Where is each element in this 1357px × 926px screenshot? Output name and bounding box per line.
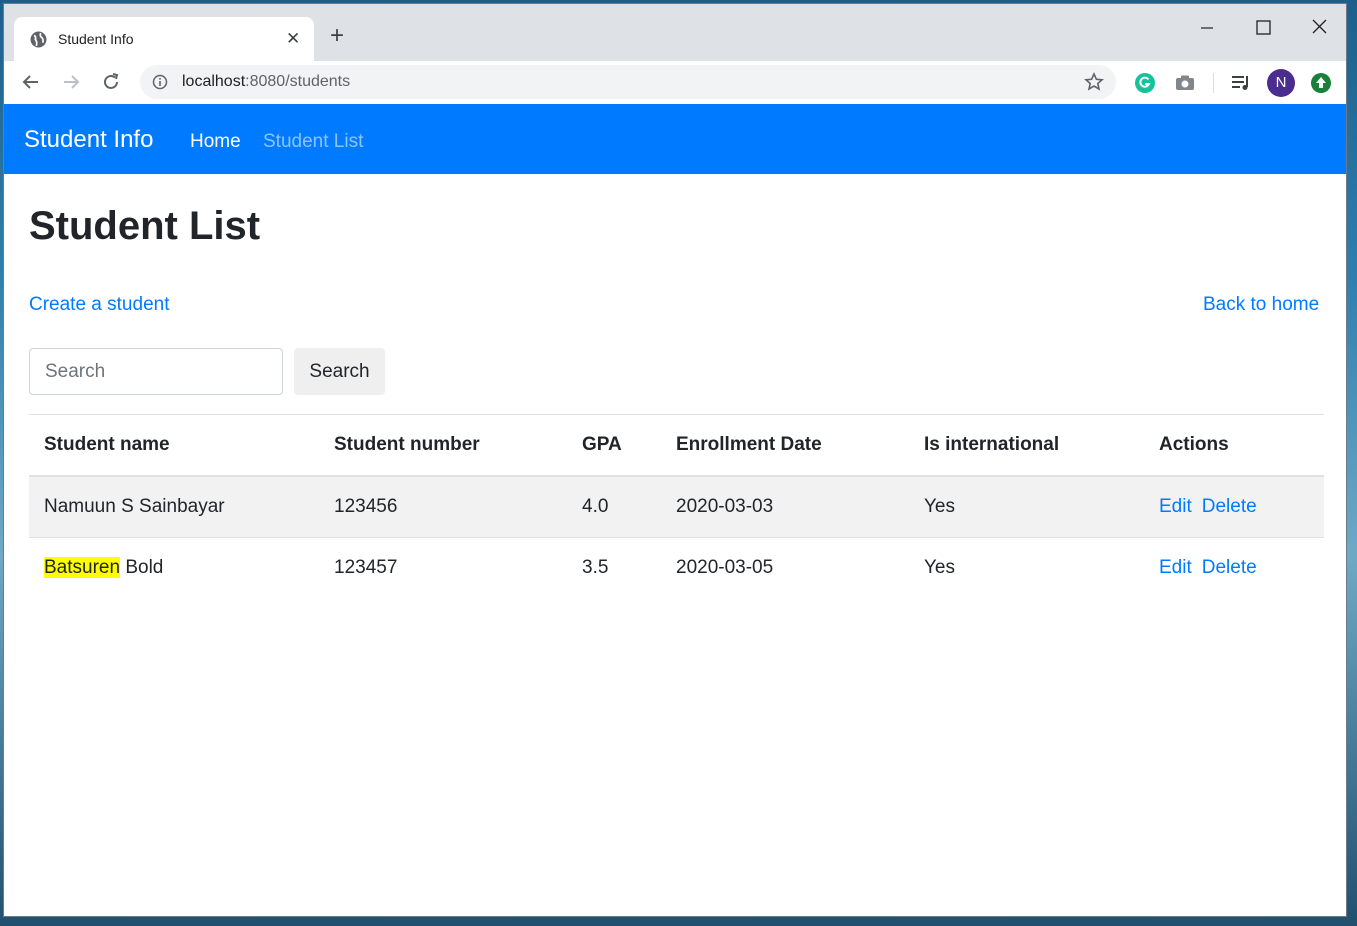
profile-avatar[interactable]: N bbox=[1267, 69, 1295, 97]
cell-enrollment-date: 2020-03-05 bbox=[676, 557, 774, 578]
url-host: localhost bbox=[182, 73, 246, 90]
table-header-row: Student name Student number GPA Enrollme… bbox=[29, 414, 1324, 477]
page-title: Student List bbox=[29, 204, 261, 248]
new-tab-button[interactable]: + bbox=[330, 24, 344, 48]
delete-link[interactable]: Delete bbox=[1202, 496, 1257, 517]
create-student-link[interactable]: Create a student bbox=[29, 294, 169, 316]
search-input[interactable] bbox=[29, 348, 283, 395]
edit-link[interactable]: Edit bbox=[1159, 496, 1192, 517]
header-student-name: Student name bbox=[29, 414, 319, 477]
header-student-number: Student number bbox=[319, 414, 567, 477]
url-text[interactable]: localhost:8080/students bbox=[182, 73, 350, 91]
tab-close-icon[interactable]: ✕ bbox=[286, 28, 300, 50]
edit-link[interactable]: Edit bbox=[1159, 557, 1192, 578]
browser-window: Student Info ✕ + localhost:8080/students… bbox=[3, 3, 1347, 917]
header-is-international: Is international bbox=[909, 414, 1144, 477]
minimize-icon[interactable] bbox=[1184, 16, 1230, 40]
url-path: :8080/students bbox=[245, 73, 351, 90]
table-row: Batsuren Bold 123457 3.5 2020-03-05 Yes … bbox=[29, 538, 1324, 599]
bookmark-star-icon[interactable] bbox=[1084, 72, 1104, 92]
reload-icon[interactable] bbox=[100, 71, 122, 93]
cell-gpa: 4.0 bbox=[567, 476, 661, 538]
header-actions: Actions bbox=[1144, 414, 1324, 477]
nav-link-student-list[interactable]: Student List bbox=[263, 131, 363, 153]
toolbar-divider bbox=[1213, 73, 1214, 93]
maximize-icon[interactable] bbox=[1240, 16, 1286, 40]
media-control-icon[interactable] bbox=[1230, 72, 1252, 94]
forward-arrow-icon[interactable] bbox=[60, 71, 82, 93]
tab-student-info[interactable]: Student Info ✕ bbox=[14, 17, 314, 61]
close-window-icon[interactable] bbox=[1296, 16, 1342, 40]
page-content: Student Info Home Student List Student L… bbox=[4, 104, 1346, 916]
info-icon[interactable] bbox=[152, 74, 168, 90]
cell-is-international: Yes bbox=[924, 557, 955, 578]
back-to-home-link[interactable]: Back to home bbox=[1203, 294, 1319, 316]
delete-link[interactable]: Delete bbox=[1202, 557, 1257, 578]
search-button[interactable]: Search bbox=[294, 348, 385, 395]
header-gpa: GPA bbox=[567, 414, 661, 477]
cell-student-number: 123456 bbox=[319, 476, 567, 538]
cell-student-number: 123457 bbox=[334, 557, 398, 578]
highlighted-name: Batsuren bbox=[44, 557, 121, 578]
camera-icon[interactable] bbox=[1174, 72, 1196, 94]
cell-is-international: Yes bbox=[909, 476, 1144, 538]
student-name-rest: Namuun S Sainbayar bbox=[44, 496, 225, 517]
globe-icon bbox=[30, 31, 47, 48]
tab-strip: Student Info ✕ + bbox=[4, 4, 1346, 61]
back-arrow-icon[interactable] bbox=[20, 71, 42, 93]
navbar-brand[interactable]: Student Info bbox=[24, 126, 153, 154]
student-name-rest: Bold bbox=[120, 557, 164, 578]
nav-link-home[interactable]: Home bbox=[190, 131, 241, 153]
address-bar[interactable]: localhost:8080/students bbox=[140, 65, 1116, 99]
table-row: Namuun S Sainbayar 123456 4.0 2020-03-03… bbox=[29, 476, 1324, 538]
browser-toolbar: localhost:8080/students N bbox=[4, 61, 1346, 105]
update-icon[interactable] bbox=[1310, 72, 1332, 94]
navbar: Student Info Home Student List bbox=[4, 104, 1346, 174]
cell-actions: Edit Delete bbox=[1144, 476, 1324, 538]
cell-gpa: 3.5 bbox=[582, 557, 609, 578]
students-table: Student name Student number GPA Enrollme… bbox=[29, 414, 1324, 598]
cell-enrollment-date: 2020-03-03 bbox=[661, 476, 909, 538]
cell-actions: Edit Delete bbox=[1144, 538, 1324, 599]
header-enrollment-date: Enrollment Date bbox=[661, 414, 909, 477]
cell-student-name: Batsuren Bold bbox=[29, 538, 319, 599]
tab-title: Student Info bbox=[58, 31, 134, 47]
grammarly-icon[interactable] bbox=[1134, 72, 1156, 94]
cell-student-name: Namuun S Sainbayar bbox=[29, 476, 319, 538]
